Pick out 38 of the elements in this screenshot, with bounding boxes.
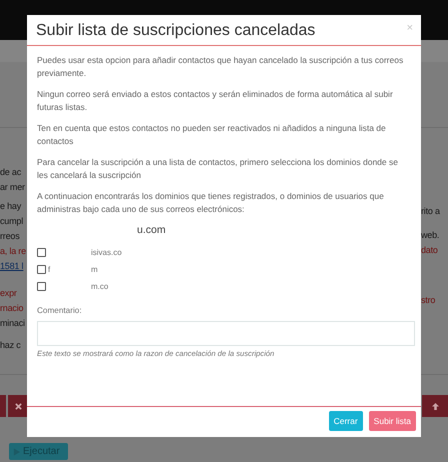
text-fragment: rreos	[0, 230, 20, 243]
upload-button[interactable]: Subir lista	[368, 411, 416, 431]
delete-button[interactable]	[8, 395, 28, 417]
arrow-up-icon	[432, 402, 438, 410]
checkbox[interactable]	[37, 282, 46, 291]
domain-label: f	[48, 265, 52, 274]
text-fragment: ar mer	[0, 181, 25, 194]
domain-label: m	[91, 265, 98, 274]
text-fragment: haz c	[0, 339, 21, 352]
paragraph: A continuacion encontrarás los dominios que tienes registrados, o dominios de usuarios que administras bajo cada uno de sus correos electrónicos:	[37, 190, 385, 216]
close-button[interactable]: ×	[406, 22, 413, 34]
checkbox[interactable]	[37, 265, 46, 274]
text-fragment: a, la re	[0, 245, 26, 258]
text-fragment: de ac	[0, 166, 22, 179]
comment-field[interactable]	[37, 321, 415, 346]
checkbox[interactable]	[37, 248, 46, 257]
link[interactable]: 1581 l	[0, 259, 24, 274]
close-icon	[14, 402, 22, 410]
text-fragment: e hay	[0, 200, 22, 213]
text-fragment: minaci	[0, 317, 25, 330]
paragraph: Ten en cuenta que estos contactos no pueden ser reactivados ni añadidos a ninguna lista de contactos	[37, 122, 387, 148]
field-label: Comentario:	[37, 306, 83, 315]
text-fragment: rnacio	[0, 302, 24, 315]
text-fragment: web.	[421, 229, 440, 242]
text-fragment: expr	[0, 287, 17, 300]
paragraph: Ningun correo será enviado a estos contactos y serán eliminados de forma automática al subir futuras listas.	[37, 88, 394, 114]
close-button[interactable]: Cerrar	[328, 411, 363, 431]
domain-heading: u.com	[136, 224, 167, 236]
paragraph: Para cancelar la suscripción a una lista de contactos, primero selecciona los dominios donde se les cancelará la suscripción	[37, 156, 399, 182]
up-button[interactable]	[422, 395, 448, 417]
text-fragment: cumpl	[0, 215, 24, 228]
domain-label: isivas.co	[91, 248, 122, 257]
dialog-title: Subir lista de suscripciones canceladas	[36, 22, 316, 40]
paragraph: Puedes usar esta opcion para añadir contactos que hayan cancelado la suscripción a tus correos previamente.	[37, 54, 404, 80]
text-fragment: stro	[421, 294, 436, 307]
text-fragment: dato	[421, 244, 438, 257]
text-fragment: rito a	[421, 205, 440, 218]
domain-label: m.co	[91, 282, 108, 291]
